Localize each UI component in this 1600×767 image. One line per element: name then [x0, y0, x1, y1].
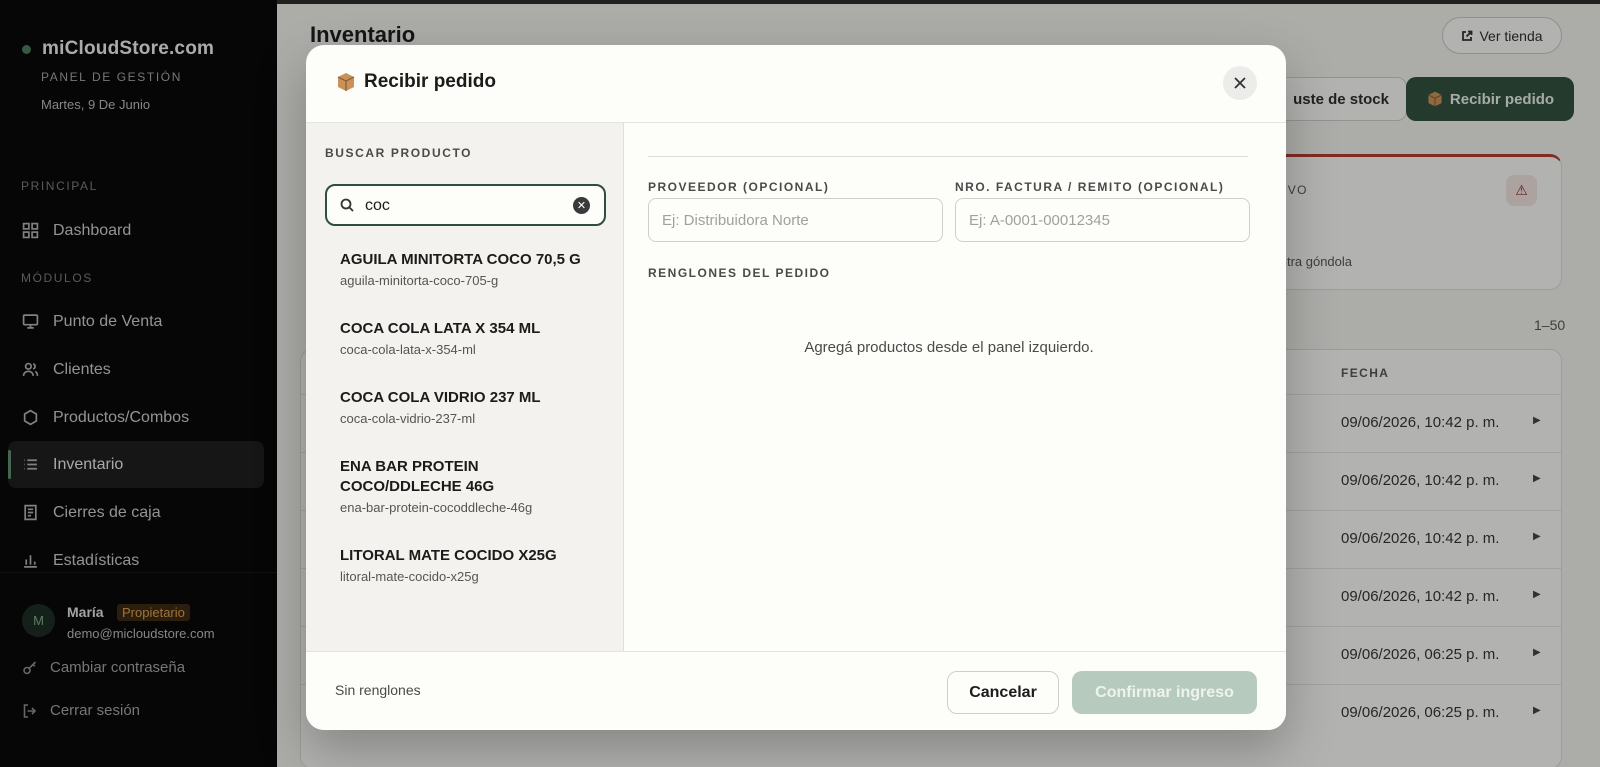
package-icon: [337, 73, 355, 91]
search-label: BUSCAR PRODUCTO: [325, 146, 473, 160]
proveedor-label: PROVEEDOR (OPCIONAL): [648, 180, 830, 194]
list-item[interactable]: COCA COLA LATA X 354 ML coca-cola-lata-x…: [340, 319, 600, 357]
product-name: LITORAL MATE COCIDO X25G: [340, 547, 557, 564]
list-item[interactable]: LITORAL MATE COCIDO X25G litoral-mate-co…: [340, 546, 600, 584]
product-slug: aguila-minitorta-coco-705-g: [340, 273, 499, 288]
confirm-button[interactable]: Confirmar ingreso: [1072, 671, 1257, 714]
factura-label: NRO. FACTURA / REMITO (OPCIONAL): [955, 180, 1225, 194]
product-slug: litoral-mate-cocido-x25g: [340, 569, 479, 584]
empty-state-text: Agregá productos desde el panel izquierd…: [804, 339, 1094, 356]
clear-search-icon[interactable]: ✕: [573, 197, 590, 214]
renglones-label: RENGLONES DEL PEDIDO: [648, 266, 831, 280]
order-details-pane: PROVEEDOR (OPCIONAL) NRO. FACTURA / REMI…: [624, 123, 1286, 651]
search-box: ✕: [325, 184, 606, 226]
product-name: ENA BAR PROTEIN COCO/DDLECHE 46G: [340, 458, 495, 495]
divider: [648, 156, 1248, 157]
close-button[interactable]: [1223, 66, 1257, 100]
factura-input[interactable]: [955, 198, 1250, 242]
product-slug: ena-bar-protein-cocoddleche-46g: [340, 500, 533, 515]
modal-footer: Sin renglones Cancelar Confirmar ingreso: [306, 651, 1286, 730]
cancel-button[interactable]: Cancelar: [947, 671, 1059, 714]
footer-status: Sin renglones: [335, 682, 421, 698]
product-name: AGUILA MINITORTA COCO 70,5 G: [340, 251, 581, 268]
list-item[interactable]: COCA COLA VIDRIO 237 ML coca-cola-vidrio…: [340, 388, 600, 426]
modal-header: Recibir pedido: [306, 45, 1286, 123]
product-slug: coca-cola-lata-x-354-ml: [340, 342, 476, 357]
product-name: COCA COLA LATA X 354 ML: [340, 320, 541, 337]
close-icon: [1234, 77, 1246, 89]
recibir-pedido-modal: Recibir pedido BUSCAR PRODUCTO ✕ AGUILA …: [306, 45, 1286, 730]
product-name: COCA COLA VIDRIO 237 ML: [340, 389, 541, 406]
modal-title: Recibir pedido: [335, 71, 496, 93]
list-item[interactable]: AGUILA MINITORTA COCO 70,5 G aguila-mini…: [340, 250, 600, 288]
search-icon: [340, 198, 354, 212]
product-search-pane: BUSCAR PRODUCTO ✕ AGUILA MINITORTA COCO …: [306, 123, 624, 651]
list-item[interactable]: ENA BAR PROTEIN COCO/DDLECHE 46G ena-bar…: [340, 457, 575, 515]
proveedor-input[interactable]: [648, 198, 943, 242]
modal-title-text: Recibir pedido: [364, 71, 496, 92]
product-slug: coca-cola-vidrio-237-ml: [340, 411, 476, 426]
search-input[interactable]: [365, 195, 560, 217]
